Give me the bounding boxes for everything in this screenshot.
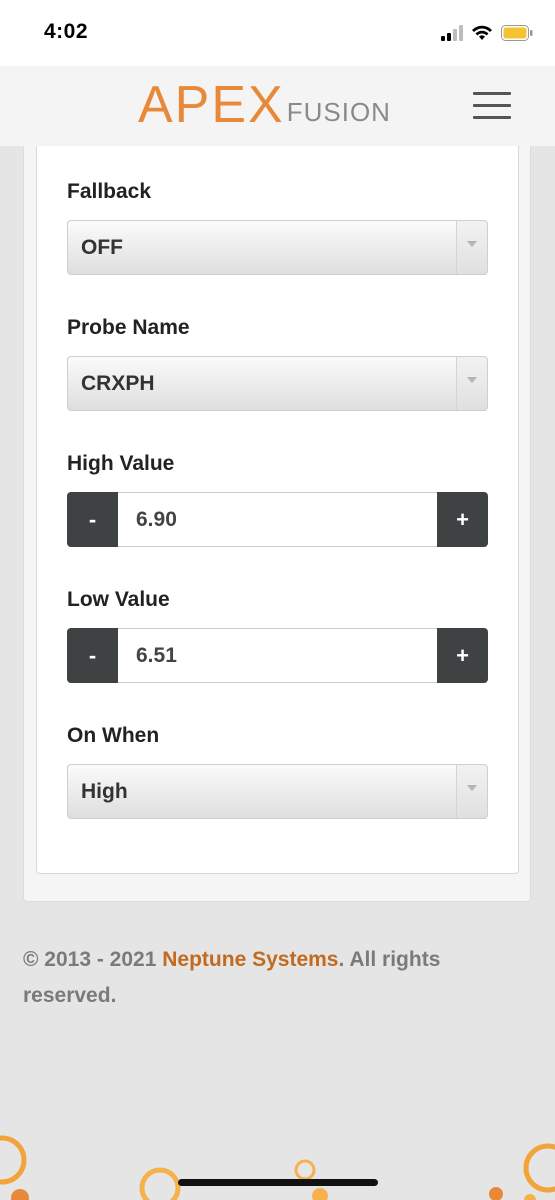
cellular-signal-icon: [441, 25, 463, 41]
copyright-prefix: © 2013 - 2021: [23, 948, 163, 971]
low-value-input[interactable]: 6.51: [118, 628, 437, 683]
low-value-increment-button[interactable]: +: [437, 628, 488, 683]
high-value-input-value: 6.90: [136, 508, 177, 531]
chevron-down-icon: [456, 765, 487, 818]
home-indicator: [178, 1179, 378, 1186]
high-value-increment-button[interactable]: +: [437, 492, 488, 547]
logo-apex-text: APEX: [138, 76, 285, 134]
high-value-stepper: - 6.90 +: [67, 492, 488, 547]
high-value-decrement-button[interactable]: -: [67, 492, 118, 547]
fallback-select-value: OFF: [81, 236, 123, 259]
decorative-bubbles: [0, 1135, 555, 1200]
low-value-label: Low Value: [67, 588, 170, 611]
neptune-systems-link[interactable]: Neptune Systems: [162, 948, 338, 971]
low-value-stepper: - 6.51 +: [67, 628, 488, 683]
probe-name-select-value: CRXPH: [81, 372, 155, 395]
status-bar: 4:02: [0, 0, 555, 66]
on-when-select-value: High: [81, 780, 128, 803]
low-value-input-value: 6.51: [136, 644, 177, 667]
app-header: APEX FUSION: [0, 66, 555, 146]
fallback-select[interactable]: OFF: [67, 220, 488, 275]
chevron-down-icon: [456, 221, 487, 274]
chevron-down-icon: [456, 357, 487, 410]
on-when-select[interactable]: High: [67, 764, 488, 819]
apex-fusion-logo[interactable]: APEX FUSION: [138, 76, 391, 134]
footer-copyright: © 2013 - 2021 Neptune Systems. All right…: [23, 942, 523, 1014]
hamburger-menu-icon[interactable]: [473, 90, 511, 122]
wifi-icon: [472, 25, 492, 40]
probe-name-select[interactable]: CRXPH: [67, 356, 488, 411]
low-value-decrement-button[interactable]: -: [67, 628, 118, 683]
on-when-label: On When: [67, 724, 160, 747]
status-time: 4:02: [44, 20, 89, 43]
high-value-label: High Value: [67, 452, 175, 475]
high-value-input[interactable]: 6.90: [118, 492, 437, 547]
battery-icon: [501, 25, 533, 41]
status-icons: [441, 22, 533, 44]
fallback-label: Fallback: [67, 180, 152, 203]
probe-name-label: Probe Name: [67, 316, 190, 339]
logo-fusion-text: FUSION: [286, 97, 391, 127]
